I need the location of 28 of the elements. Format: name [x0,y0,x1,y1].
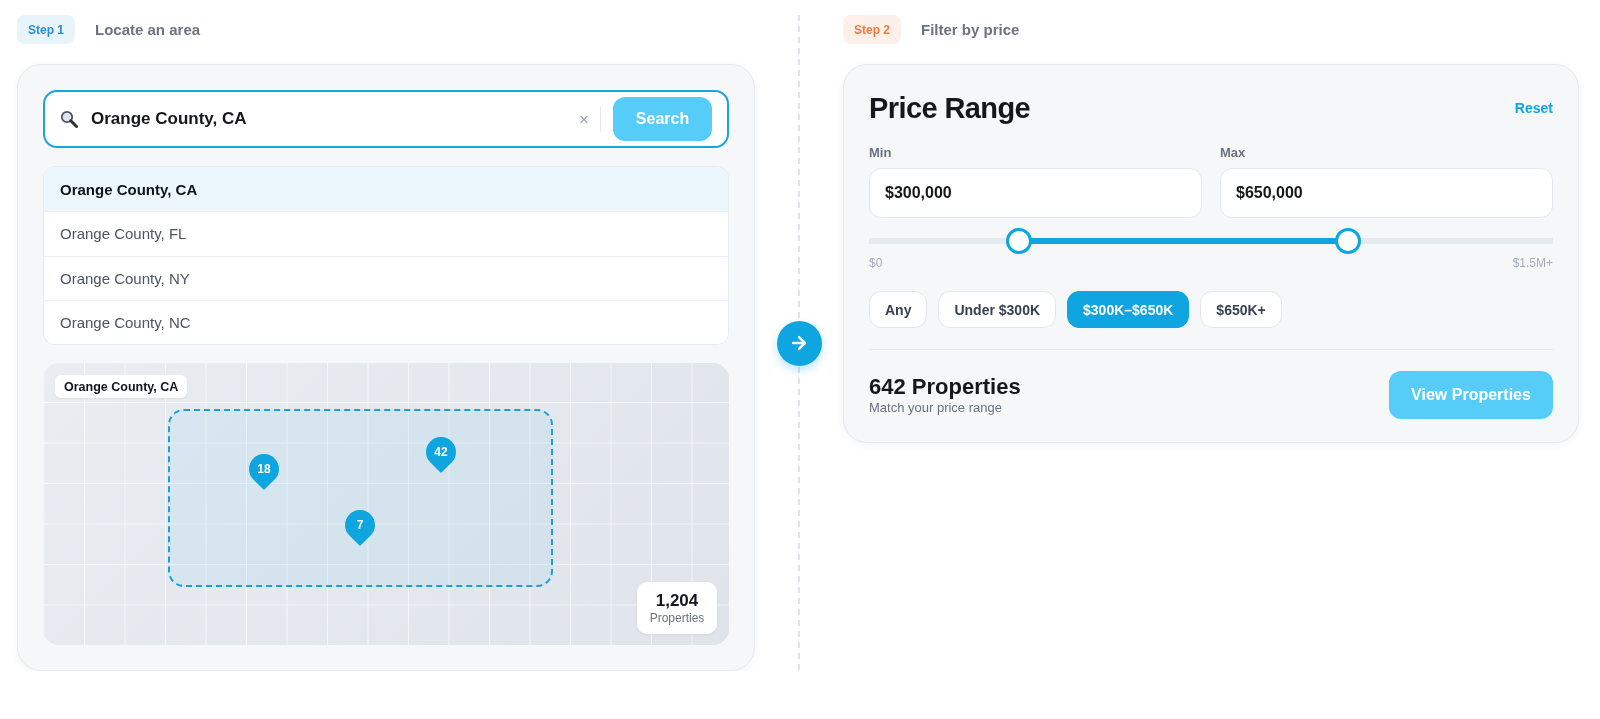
slider-thumb[interactable] [1006,228,1033,254]
next-step-button[interactable] [776,320,822,366]
step-badge: Step 1 [17,15,75,44]
scale-max-label: $1.5M+ [1512,256,1553,270]
price-preset-chip[interactable]: Under $300K [938,291,1057,328]
slider-thumb[interactable] [1334,228,1361,254]
step-title: Locate an area [95,21,201,38]
price-preset-chip[interactable]: Any [869,291,928,328]
step-title: Filter by price [921,21,1020,38]
suggestion-item[interactable]: Orange County, CA [44,167,728,212]
property-count-label: Properties [649,610,705,626]
arrow-right-icon [789,333,809,353]
max-label: Max [1220,145,1246,161]
search-icon [60,110,78,128]
price-preset-chip[interactable]: $650K+ [1200,291,1282,328]
min-price-input[interactable]: $300,000 [869,168,1202,218]
result-count: 642 Properties [869,374,1021,400]
min-label: Min [869,145,892,161]
search-input[interactable]: Orange County, CA [91,104,572,134]
scale-min-label: $0 [869,256,883,270]
step-badge: Step 2 [843,15,901,44]
price-range-title: Price Range [869,91,1031,126]
result-caption: Match your price range [869,400,1002,416]
property-count: 1,204 [655,590,699,611]
suggestion-item[interactable]: Orange County, NC [44,299,728,344]
max-price-input[interactable]: $650,000 [1220,168,1553,218]
search-field[interactable]: Orange County, CA × Search [43,90,729,148]
area-label: Orange County, CA [55,375,188,398]
